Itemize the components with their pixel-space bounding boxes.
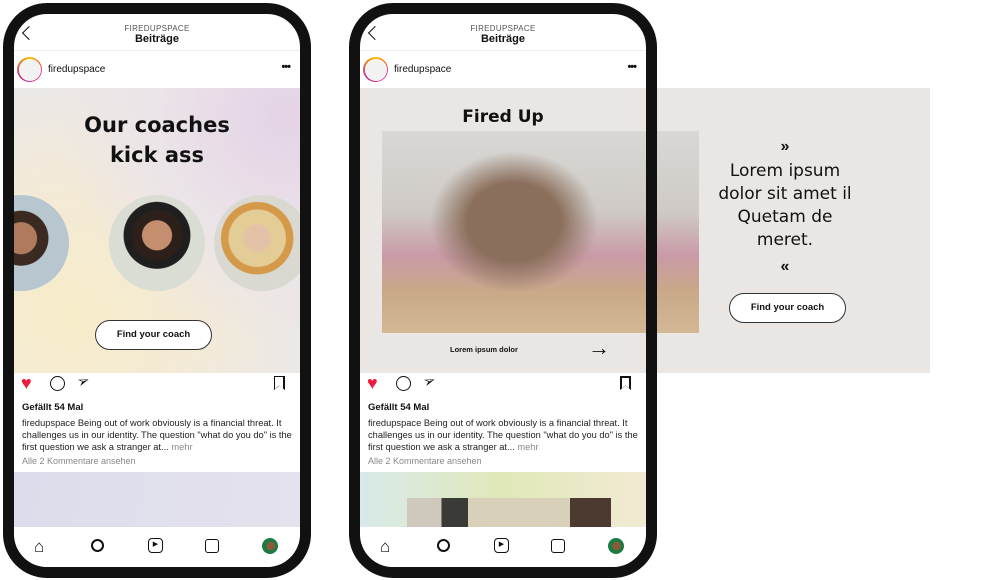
like-heart-icon[interactable]: ♥ bbox=[367, 373, 378, 394]
post-username[interactable]: firedupspace bbox=[394, 64, 451, 75]
shop-icon[interactable] bbox=[551, 539, 565, 553]
caption-username[interactable]: firedupspace bbox=[22, 418, 75, 428]
view-comments-link[interactable]: Alle 2 Kommentare ansehen bbox=[22, 456, 136, 466]
home-icon[interactable]: ⌂ bbox=[380, 537, 390, 557]
post-caption: firedupspace Being out of work obviously… bbox=[368, 417, 643, 453]
quote-open: » bbox=[780, 138, 790, 155]
quote-text: Lorem ipsum dolor sit amet il Quetam de … bbox=[718, 161, 852, 250]
coach-photo-2 bbox=[109, 195, 205, 291]
group-photo bbox=[382, 131, 646, 333]
more-link[interactable]: mehr bbox=[517, 442, 538, 452]
comment-icon[interactable] bbox=[396, 376, 411, 391]
comment-icon[interactable] bbox=[50, 376, 65, 391]
phone-mockup-1: FIREDUPSPACE Beiträge firedupspace ••• O… bbox=[3, 3, 311, 578]
post-caption: firedupspace Being out of work obviously… bbox=[22, 417, 297, 453]
find-your-coach-button[interactable]: Find your coach bbox=[729, 293, 846, 323]
search-icon[interactable] bbox=[437, 539, 450, 552]
profile-avatar-nav[interactable] bbox=[608, 538, 624, 554]
likes-count: Gefällt 54 Mal bbox=[368, 402, 430, 413]
bottom-nav: ⌂ ▶ bbox=[360, 527, 646, 567]
arrow-right-icon[interactable]: → bbox=[588, 335, 610, 361]
post-image: Our coaches kick ass Find your coach bbox=[14, 88, 300, 373]
link-text[interactable]: Lorem ipsum dolor bbox=[450, 345, 518, 354]
share-icon[interactable]: ➢ bbox=[420, 370, 439, 391]
bottom-nav: ⌂ ▶ bbox=[14, 527, 300, 567]
phone-mockup-2: FIREDUPSPACE Beiträge firedupspace ••• F… bbox=[349, 3, 657, 578]
header-account: FIREDUPSPACE bbox=[470, 24, 536, 33]
caption-username[interactable]: firedupspace bbox=[368, 418, 421, 428]
shop-icon[interactable] bbox=[205, 539, 219, 553]
reels-icon[interactable]: ▶ bbox=[494, 538, 509, 553]
profile-avatar-nav[interactable] bbox=[262, 538, 278, 554]
next-post-photo bbox=[407, 498, 611, 527]
post-image: Fired Up Coaches Lorem ipsum dolor → bbox=[360, 88, 646, 373]
divider bbox=[14, 50, 300, 51]
bookmark-icon[interactable] bbox=[620, 376, 631, 390]
like-heart-icon[interactable]: ♥ bbox=[21, 373, 32, 394]
likes-count: Gefällt 54 Mal bbox=[22, 402, 84, 413]
reels-icon[interactable]: ▶ bbox=[148, 538, 163, 553]
find-your-coach-button[interactable]: Find your coach bbox=[95, 320, 212, 350]
bookmark-icon[interactable] bbox=[274, 376, 285, 390]
divider bbox=[360, 50, 646, 51]
post-headline: Our coaches kick ass bbox=[84, 113, 230, 167]
post-username[interactable]: firedupspace bbox=[48, 64, 105, 75]
more-options-icon[interactable]: ••• bbox=[281, 61, 291, 73]
profile-avatar[interactable] bbox=[363, 57, 388, 82]
coach-photo-3 bbox=[214, 195, 300, 291]
more-options-icon[interactable]: ••• bbox=[627, 61, 637, 73]
coach-photo-1 bbox=[14, 195, 69, 291]
page-title: Beiträge bbox=[480, 33, 526, 45]
carousel-extension-panel: » Lorem ipsum dolor sit amet il Quetam d… bbox=[640, 88, 930, 373]
share-icon[interactable]: ➢ bbox=[74, 370, 93, 391]
more-link[interactable]: mehr bbox=[171, 442, 192, 452]
search-icon[interactable] bbox=[91, 539, 104, 552]
profile-avatar[interactable] bbox=[17, 57, 42, 82]
view-comments-link[interactable]: Alle 2 Kommentare ansehen bbox=[368, 456, 482, 466]
header-account: FIREDUPSPACE bbox=[124, 24, 190, 33]
next-post-preview bbox=[360, 472, 646, 527]
next-post-preview bbox=[14, 472, 300, 527]
page-title: Beiträge bbox=[134, 33, 180, 45]
home-icon[interactable]: ⌂ bbox=[34, 537, 44, 557]
quote-close: « bbox=[780, 258, 790, 275]
